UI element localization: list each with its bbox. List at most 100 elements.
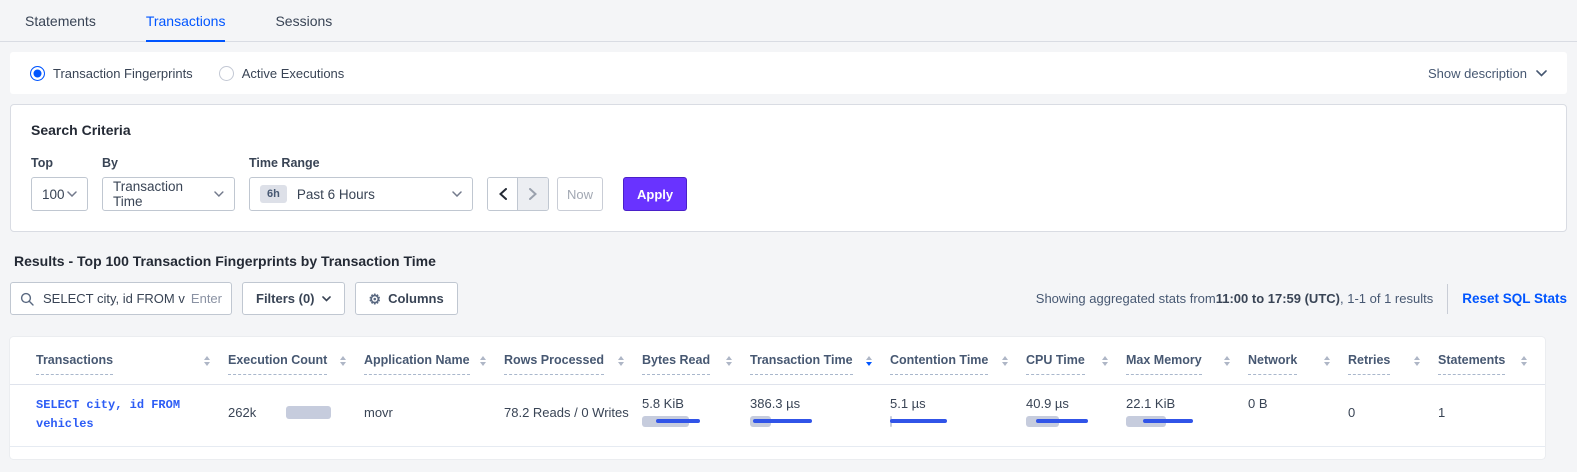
next-time-button[interactable]: [518, 178, 548, 210]
time-range-value: Past 6 Hours: [297, 187, 375, 202]
radio-active-executions[interactable]: Active Executions: [219, 66, 345, 81]
sort-icon[interactable]: [1002, 356, 1008, 366]
bytes-read-bar: [642, 416, 734, 428]
show-description-label: Show description: [1428, 66, 1527, 81]
top-select-value: 100: [42, 187, 65, 202]
search-input[interactable]: [41, 290, 187, 307]
sort-icon[interactable]: [726, 356, 732, 366]
column-label: Application Name: [364, 353, 470, 375]
search-enter-hint: Enter: [191, 291, 222, 306]
bytes-read-value: 5.8 KiB: [642, 396, 746, 411]
by-label: By: [102, 156, 235, 170]
transaction-time-bar: [750, 416, 842, 428]
search-icon: [20, 292, 34, 306]
filters-button[interactable]: Filters (0): [242, 282, 345, 315]
transactions-table: Transactions Execution Count Application…: [10, 337, 1545, 447]
tab-transactions[interactable]: Transactions: [146, 13, 226, 42]
chevron-down-icon: [214, 191, 224, 197]
column-header-retries[interactable]: Retries: [1348, 337, 1438, 384]
cpu-time-value: 40.9 µs: [1026, 396, 1122, 411]
column-label: CPU Time: [1026, 353, 1085, 375]
search-criteria-card: Search Criteria Top 100 By Transaction T…: [10, 104, 1567, 232]
by-select[interactable]: Transaction Time: [102, 177, 235, 211]
results-table-card: Transactions Execution Count Application…: [10, 337, 1545, 459]
sort-icon[interactable]: [1521, 356, 1527, 366]
results-toolbar: Enter Filters (0) ⚙ Columns Showing aggr…: [10, 282, 1567, 315]
search-box: Enter: [10, 282, 232, 315]
sort-icon-active-desc[interactable]: [866, 356, 872, 366]
columns-button[interactable]: ⚙ Columns: [355, 282, 458, 315]
column-label: Max Memory: [1126, 353, 1202, 375]
sort-icon[interactable]: [1324, 356, 1330, 366]
cell-transaction-query: SELECT city, id FROM vehicles: [10, 384, 228, 446]
column-header-transactions[interactable]: Transactions: [10, 337, 228, 384]
column-label: Contention Time: [890, 353, 988, 375]
sort-icon[interactable]: [1224, 356, 1230, 366]
show-description-toggle[interactable]: Show description: [1428, 66, 1547, 81]
max-memory-value: 22.1 KiB: [1126, 396, 1244, 411]
top-label: Top: [31, 156, 88, 170]
column-header-transaction-time[interactable]: Transaction Time: [750, 337, 890, 384]
now-button[interactable]: Now: [557, 177, 603, 211]
column-header-bytes-read[interactable]: Bytes Read: [642, 337, 750, 384]
query-line: SELECT city, id FROM: [36, 396, 224, 415]
column-header-rows-processed[interactable]: Rows Processed: [504, 337, 642, 384]
chevron-down-icon: [67, 191, 77, 197]
max-memory-bar: [1126, 416, 1218, 428]
apply-button[interactable]: Apply: [623, 177, 687, 211]
time-nav-group: [487, 177, 549, 211]
sort-icon[interactable]: [340, 356, 346, 366]
query-line: vehicles: [36, 415, 224, 434]
showing-suffix: , 1-1 of 1 results: [1340, 291, 1433, 306]
sort-icon[interactable]: [204, 356, 210, 366]
column-header-contention-time[interactable]: Contention Time: [890, 337, 1026, 384]
column-header-statements[interactable]: Statements: [1438, 337, 1545, 384]
transaction-fingerprint-link[interactable]: SELECT city, id FROM vehicles: [36, 396, 224, 434]
column-header-application-name[interactable]: Application Name: [364, 337, 504, 384]
cell-statements: 1: [1438, 384, 1545, 446]
column-label: Transactions: [36, 353, 113, 375]
column-label: Rows Processed: [504, 353, 604, 375]
column-header-cpu-time[interactable]: CPU Time: [1026, 337, 1126, 384]
chevron-right-icon: [529, 188, 537, 200]
column-header-network[interactable]: Network: [1248, 337, 1348, 384]
cell-contention-time: 5.1 µs: [890, 384, 1026, 446]
table-header-row: Transactions Execution Count Application…: [10, 337, 1545, 384]
sort-icon[interactable]: [1414, 356, 1420, 366]
sort-icon[interactable]: [1102, 356, 1108, 366]
contention-time-value: 5.1 µs: [890, 396, 1022, 411]
column-label: Execution Count: [228, 353, 327, 375]
cell-max-memory: 22.1 KiB: [1126, 384, 1248, 446]
tab-sessions[interactable]: Sessions: [275, 13, 332, 41]
table-row: SELECT city, id FROM vehicles 262k movr …: [10, 384, 1545, 446]
tab-statements[interactable]: Statements: [25, 13, 96, 41]
search-criteria-title: Search Criteria: [31, 122, 1546, 138]
execution-count-value: 262k: [228, 405, 286, 420]
showing-range: 11:00 to 17:59 (UTC): [1216, 291, 1340, 306]
cell-cpu-time: 40.9 µs: [1026, 384, 1126, 446]
rows-processed-value: 78.2 Reads / 0 Writes: [504, 405, 629, 420]
chevron-down-icon: [452, 191, 462, 197]
time-range-badge: 6h: [260, 185, 287, 203]
radio-unselected-icon: [219, 66, 234, 81]
cell-execution-count: 262k: [228, 384, 364, 446]
time-range-select[interactable]: 6h Past 6 Hours: [249, 177, 473, 211]
gear-icon: ⚙: [369, 292, 382, 306]
reset-sql-stats-link[interactable]: Reset SQL Stats: [1462, 291, 1567, 306]
chevron-down-icon: [1536, 70, 1547, 77]
previous-time-button[interactable]: [488, 178, 518, 210]
radio-label: Transaction Fingerprints: [53, 66, 193, 81]
application-name-value: movr: [364, 405, 393, 420]
retries-value: 0: [1348, 405, 1355, 420]
network-value: 0 B: [1248, 396, 1268, 411]
radio-transaction-fingerprints[interactable]: Transaction Fingerprints: [30, 66, 193, 81]
column-label: Retries: [1348, 353, 1390, 375]
cpu-time-bar: [1026, 416, 1118, 428]
column-header-execution-count[interactable]: Execution Count: [228, 337, 364, 384]
top-select[interactable]: 100: [31, 177, 88, 211]
showing-prefix: Showing aggregated stats from: [1036, 291, 1216, 306]
cell-application-name: movr: [364, 384, 504, 446]
sort-icon[interactable]: [618, 356, 624, 366]
column-header-max-memory[interactable]: Max Memory: [1126, 337, 1248, 384]
sort-icon[interactable]: [480, 356, 486, 366]
